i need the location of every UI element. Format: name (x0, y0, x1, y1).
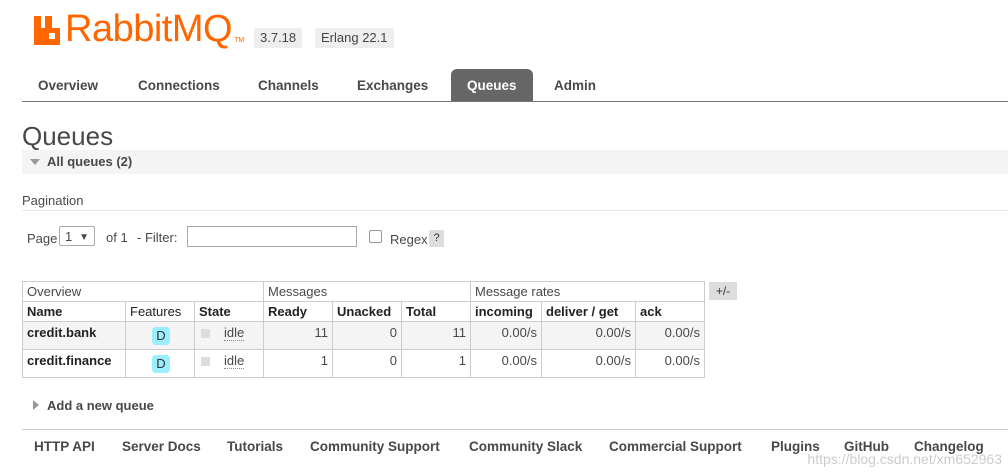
state-indicator-icon (201, 329, 210, 339)
col-ready[interactable]: Ready (263, 301, 333, 322)
col-features: Features (125, 301, 195, 322)
regex-label: Regex (390, 232, 428, 247)
logo-text: RabbitMQ (65, 8, 233, 50)
page-select-value: 1 (65, 229, 73, 244)
expand-arrow-icon (33, 400, 39, 410)
state-cell: idle (194, 349, 264, 378)
group-header-message-rates: Message rates (470, 281, 705, 302)
add-queue-toggle[interactable]: Add a new queue (22, 396, 322, 416)
group-header-messages: Messages (263, 281, 471, 302)
tab-queues[interactable]: Queues (451, 69, 533, 101)
durable-badge: D (152, 355, 170, 373)
incoming-cell: 0.00/s (470, 321, 542, 350)
queue-name-link[interactable]: credit.bank (22, 321, 126, 350)
total-cell: 1 (401, 349, 471, 378)
filter-input[interactable] (187, 226, 357, 247)
ready-cell: 11 (263, 321, 333, 350)
main-nav: Overview Connections Channels Exchanges … (22, 69, 1008, 102)
features-cell: D (125, 321, 195, 350)
footer-link-community-slack[interactable]: Community Slack (469, 439, 582, 454)
state-text: idle (224, 353, 245, 369)
tab-overview[interactable]: Overview (22, 69, 114, 101)
collapse-arrow-icon (30, 159, 40, 165)
tab-connections[interactable]: Connections (122, 69, 236, 101)
footer-link-commercial-support[interactable]: Commercial Support (609, 439, 742, 454)
deliver-get-cell: 0.00/s (541, 349, 636, 378)
col-name[interactable]: Name (22, 301, 126, 322)
pagination-label: Pagination (22, 193, 84, 208)
col-ack[interactable]: ack (635, 301, 705, 322)
ack-cell: 0.00/s (635, 349, 705, 378)
page-title: Queues (22, 121, 114, 151)
col-deliver-get[interactable]: deliver / get (541, 301, 636, 322)
regex-checkbox[interactable] (369, 230, 382, 243)
deliver-get-cell: 0.00/s (541, 321, 636, 350)
rabbitmq-logo: RabbitMQ TM (33, 8, 245, 50)
page-select[interactable]: 1 ▼ (59, 226, 95, 246)
queues-table: Overview Messages Message rates Name Fea… (22, 281, 705, 378)
col-state[interactable]: State (194, 301, 264, 322)
column-options-button[interactable]: +/- (709, 282, 737, 300)
page-count-label: of 1 (106, 230, 128, 245)
section-label: All queues (2) (47, 154, 133, 169)
total-cell: 11 (401, 321, 471, 350)
chevron-down-icon: ▼ (79, 232, 89, 243)
table-row[interactable]: credit.finance D idle 1 0 1 0.00/s 0.00/… (22, 349, 705, 378)
regex-help-button[interactable]: ? (429, 230, 444, 247)
tab-exchanges[interactable]: Exchanges (341, 69, 444, 101)
queue-name-link[interactable]: credit.finance (22, 349, 126, 378)
durable-badge: D (152, 327, 170, 345)
col-total[interactable]: Total (401, 301, 471, 322)
watermark: https://blog.csdn.net/xm652963 (807, 451, 1002, 467)
unacked-cell: 0 (332, 321, 402, 350)
ready-cell: 1 (263, 349, 333, 378)
version-badge: 3.7.18 (254, 28, 303, 48)
footer-link-tutorials[interactable]: Tutorials (227, 439, 283, 454)
pagination-divider (22, 210, 1008, 211)
filter-label: - Filter: (137, 230, 178, 245)
col-incoming[interactable]: incoming (470, 301, 542, 322)
incoming-cell: 0.00/s (470, 349, 542, 378)
footer-link-http-api[interactable]: HTTP API (34, 439, 95, 454)
page-label: Page (27, 231, 58, 246)
footer-link-community-support[interactable]: Community Support (310, 439, 440, 454)
footer-link-server-docs[interactable]: Server Docs (122, 439, 201, 454)
table-row[interactable]: credit.bank D idle 11 0 11 0.00/s 0.00/s… (22, 321, 705, 350)
state-text: idle (224, 325, 245, 341)
logo-trademark: TM (234, 37, 245, 44)
tab-admin[interactable]: Admin (538, 69, 612, 101)
col-unacked[interactable]: Unacked (332, 301, 402, 322)
state-cell: idle (194, 321, 264, 350)
erlang-badge: Erlang 22.1 (315, 28, 394, 48)
tab-channels[interactable]: Channels (242, 69, 335, 101)
all-queues-section-toggle[interactable]: All queues (2) (22, 150, 1008, 174)
group-header-overview: Overview (22, 281, 264, 302)
rabbitmq-logo-icon (33, 14, 61, 46)
unacked-cell: 0 (332, 349, 402, 378)
state-indicator-icon (201, 357, 210, 367)
ack-cell: 0.00/s (635, 321, 705, 350)
features-cell: D (125, 349, 195, 378)
add-queue-label: Add a new queue (47, 398, 154, 413)
